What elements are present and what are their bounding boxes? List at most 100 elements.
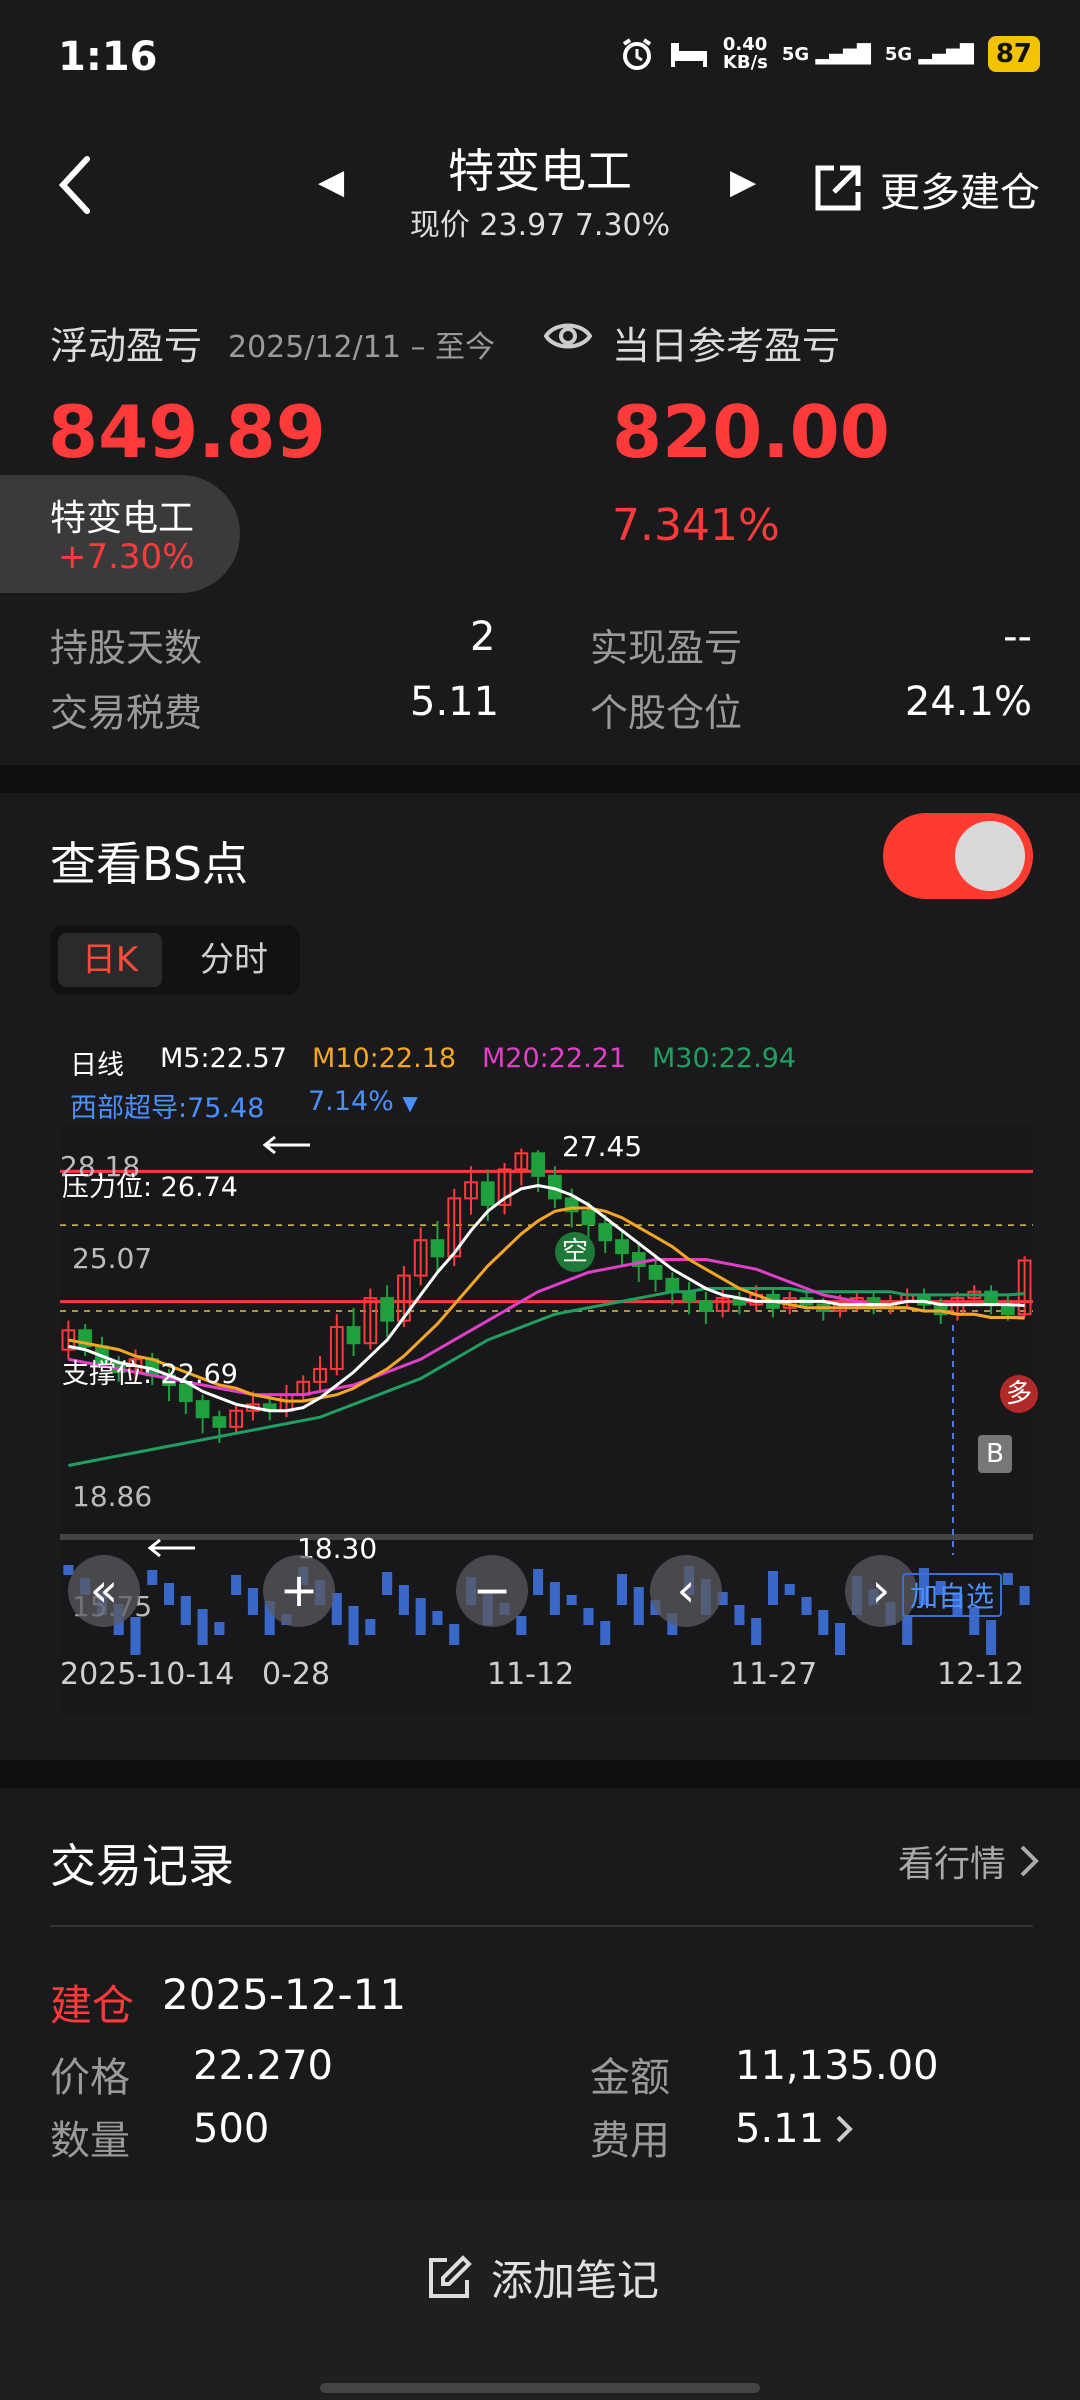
buy-marker: B (978, 1435, 1012, 1473)
compare-bar (818, 1610, 829, 1635)
add-note-button[interactable]: 添加笔记 (425, 2247, 659, 2308)
add-watchlist-button[interactable]: 加自选 (902, 1573, 1003, 1617)
kline-chart[interactable] (60, 1125, 1033, 1715)
legend-compare-pct[interactable]: 7.14% ▼ (308, 1086, 418, 1117)
eye-icon[interactable] (543, 318, 593, 354)
candle-body (195, 1400, 210, 1419)
daily-pnl-pct: 7.341% (612, 500, 780, 551)
status-icons: 0.40 KB/s 5G ▂▄▆█ 5G ▂▄▆█ 87 (619, 36, 1040, 72)
compare-bar (533, 1569, 544, 1595)
x-tick-5: 12-12 (937, 1657, 1025, 1692)
edit-note-icon (429, 2254, 472, 2298)
legend-m10: M10:22.18 (312, 1043, 457, 1074)
candle-body (346, 1326, 361, 1345)
amount-value: 11,135.00 (735, 2043, 939, 2089)
compare-bar (147, 1570, 158, 1585)
qty-label: 数量 (50, 2118, 130, 2164)
bs-toggle[interactable] (883, 813, 1033, 899)
compare-bar (516, 1616, 527, 1635)
tab-intraday[interactable]: 分时 (200, 933, 268, 987)
cost-label: 费用 (590, 2118, 670, 2164)
compare-bar (549, 1582, 560, 1615)
compare-bar (1002, 1573, 1013, 1585)
battery-indicator: 87 (987, 36, 1040, 72)
price-value: 22.270 (193, 2043, 333, 2089)
status-time: 1:16 (58, 34, 158, 80)
cost-detail-button[interactable]: 5.11 (735, 2106, 854, 2152)
next-stock-icon[interactable]: ▶ (730, 162, 756, 202)
position-value: 24.1% (904, 679, 1032, 725)
y-tick-low: 18.86 (72, 1480, 153, 1513)
scroll-left-button[interactable]: ‹ (650, 1555, 722, 1627)
compare-bar (164, 1583, 175, 1605)
compare-bar (214, 1622, 225, 1635)
compare-bar (767, 1571, 779, 1605)
legend-m20: M20:22.21 (482, 1043, 627, 1074)
scroll-far-left-button[interactable]: « (68, 1555, 140, 1627)
share-icon (815, 165, 861, 211)
amount-label: 金额 (590, 2055, 670, 2101)
section-divider (0, 765, 1080, 793)
realized-pnl-value: -- (1003, 614, 1032, 660)
candle-body (598, 1223, 613, 1242)
signal-bars-icon: ▂▄▆█ (815, 43, 871, 65)
compare-bar (247, 1588, 258, 1615)
y-tick-25: 25.07 (72, 1242, 153, 1275)
position-label: 个股仓位 (590, 691, 743, 735)
compare-bar (365, 1619, 376, 1635)
candle-body (212, 1416, 227, 1428)
compare-bar (751, 1618, 762, 1645)
legend-compare: 西部超导:75.48 (70, 1093, 265, 1124)
compare-bar (583, 1608, 594, 1625)
hold-days-value: 2 (470, 614, 496, 660)
view-market-link[interactable]: 看行情 (898, 1835, 1040, 1887)
compare-bar (1019, 1586, 1030, 1605)
daily-pnl-value: 820.00 (612, 390, 890, 474)
floating-pnl-label: 浮动盈亏 (50, 324, 203, 368)
candle-body (581, 1210, 596, 1226)
compare-bar (734, 1605, 745, 1625)
home-indicator (320, 2383, 760, 2393)
signal1-label: 5G (781, 43, 810, 65)
floating-pnl-value: 849.89 (48, 390, 326, 474)
short-marker: 空 (555, 1232, 595, 1272)
divider-line (50, 1925, 1033, 1927)
candle-body (698, 1300, 713, 1313)
signal2-label: 5G (884, 43, 913, 65)
signal-5g-1: 5G ▂▄▆█ (782, 44, 871, 65)
pill-stock-name: 特变电工 (50, 498, 195, 539)
compare-bar (382, 1572, 393, 1595)
section-divider-2 (0, 1760, 1080, 1788)
pill-stock-pct: +7.30% (58, 537, 195, 577)
candle-body (665, 1277, 680, 1293)
legend-m5: M5:22.57 (160, 1043, 287, 1074)
more-build-button[interactable]: 更多建仓 (810, 160, 1040, 218)
candle-body (480, 1181, 495, 1206)
compare-bar (835, 1623, 846, 1655)
bed-icon (670, 43, 707, 67)
compare-bar (801, 1597, 812, 1615)
candle-body (531, 1152, 545, 1177)
candle-body (615, 1239, 629, 1255)
compare-bar (784, 1584, 795, 1595)
compare-bar (348, 1606, 359, 1645)
trades-title: 交易记录 (50, 1839, 234, 1893)
tab-daily-k[interactable]: 日K (58, 933, 162, 987)
compare-bar (180, 1596, 191, 1625)
compare-bar (616, 1574, 628, 1605)
compare-bar (633, 1587, 644, 1625)
bs-title: 查看BS点 (50, 837, 248, 891)
market-link-label: 看行情 (897, 1844, 1006, 1885)
price-label: 价格 (50, 2055, 130, 2101)
compare-bar (415, 1598, 426, 1635)
cost-value: 5.11 (735, 2106, 825, 2152)
kline-tabs: 日K 分时 (50, 925, 300, 995)
compare-pct-value: 7.14% (308, 1086, 394, 1117)
legend-m30: M30:22.94 (652, 1043, 797, 1074)
zoom-out-button[interactable]: − (456, 1555, 528, 1627)
stock-pill[interactable]: 特变电工 +7.30% (0, 475, 240, 593)
signal-5g-2: 5G ▂▄▆█ (885, 44, 974, 65)
compare-bar (449, 1624, 460, 1645)
zoom-in-button[interactable]: + (263, 1555, 335, 1627)
chevron-right-icon (836, 2115, 853, 2143)
